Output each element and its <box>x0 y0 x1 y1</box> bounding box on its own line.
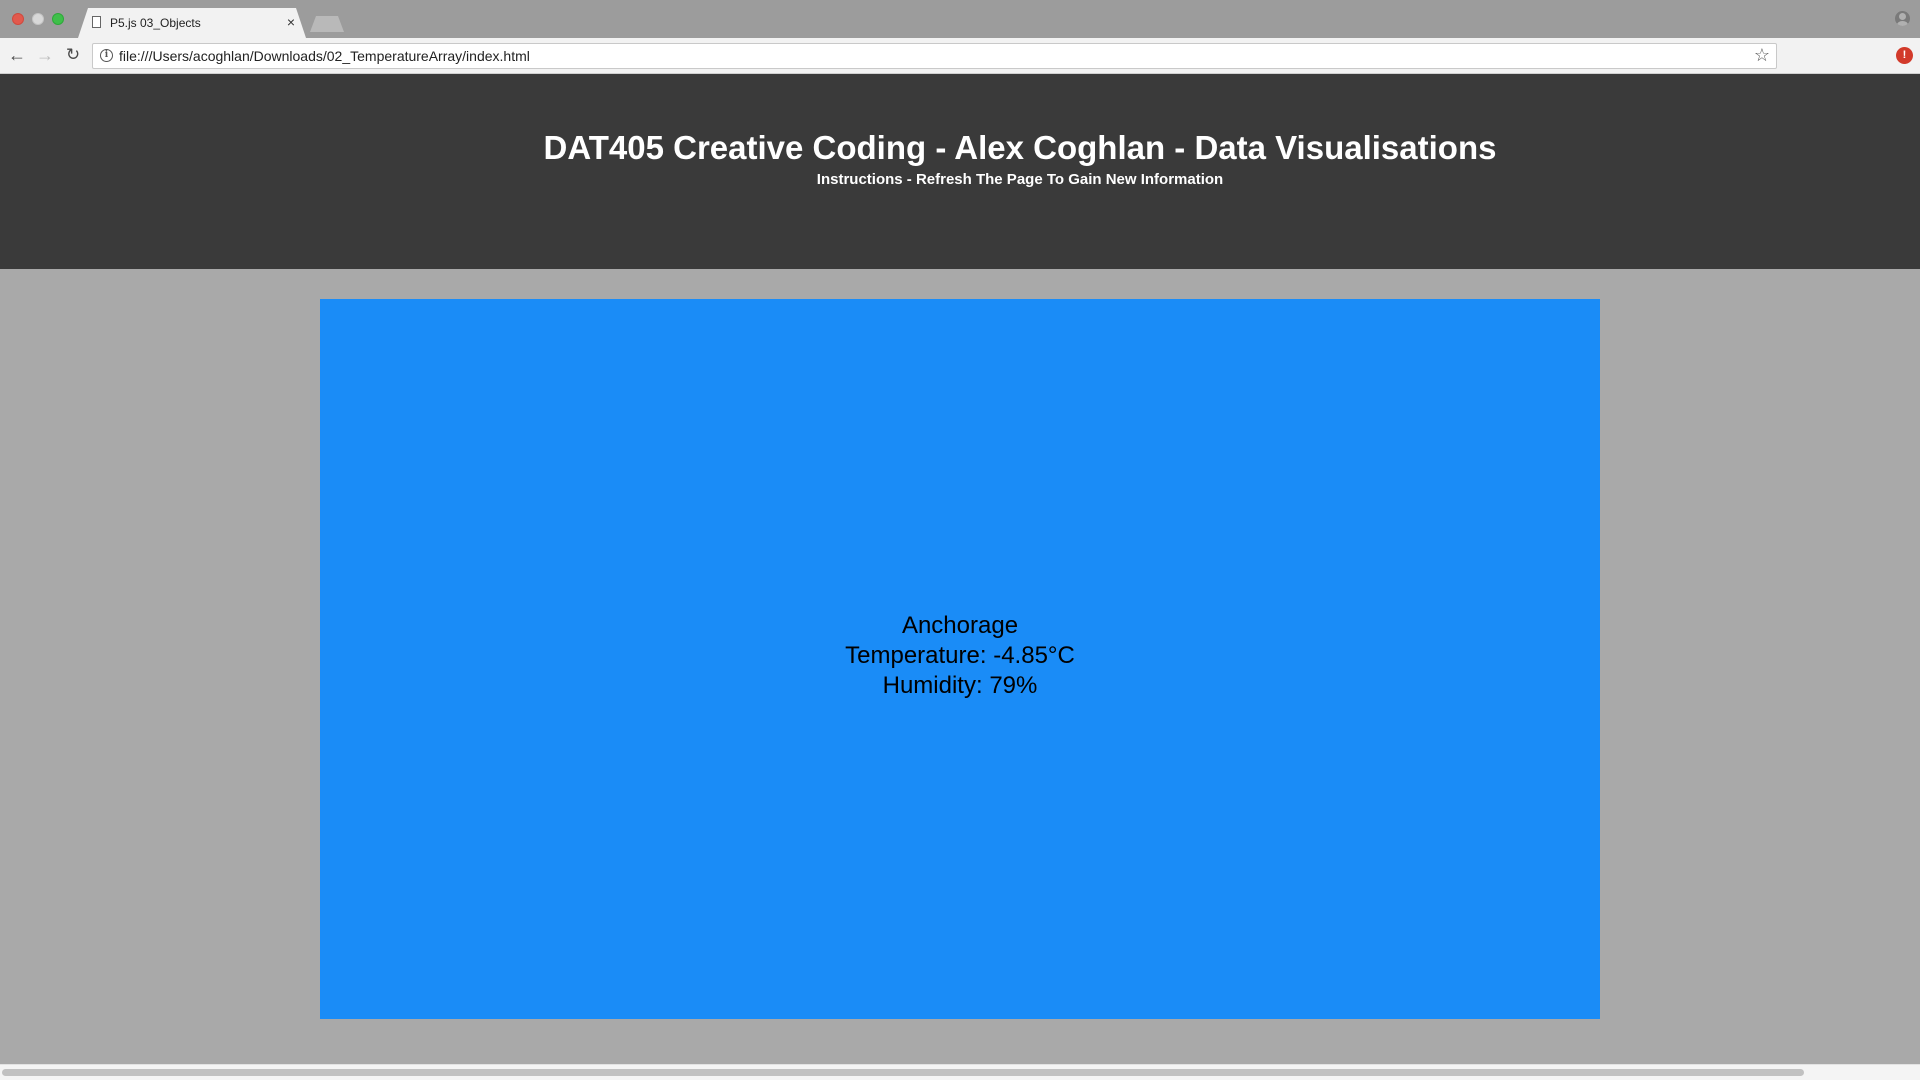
document-icon <box>92 16 101 28</box>
page-viewport: DAT405 Creative Coding - Alex Coghlan - … <box>0 74 1920 1064</box>
extension-icon[interactable]: ! <box>1896 47 1913 64</box>
temperature-text: Temperature: -4.85°C <box>845 642 1075 669</box>
page-header: DAT405 Creative Coding - Alex Coghlan - … <box>0 74 1920 269</box>
url-text[interactable]: file:///Users/acoghlan/Downloads/02_Temp… <box>119 48 530 64</box>
close-window-button[interactable] <box>12 13 24 25</box>
profile-icon[interactable] <box>1895 11 1910 26</box>
new-tab-button[interactable] <box>310 16 344 32</box>
maximize-window-button[interactable] <box>52 13 64 25</box>
humidity-text: Humidity: 79% <box>882 672 1038 699</box>
horizontal-scrollbar[interactable] <box>0 1064 1920 1080</box>
browser-toolbar: ← → ↻ i file:///Users/acoghlan/Downloads… <box>0 38 1920 74</box>
page-title: DAT405 Creative Coding - Alex Coghlan - … <box>543 129 1497 166</box>
minimize-window-button[interactable] <box>32 13 44 25</box>
info-icon[interactable]: i <box>100 49 113 62</box>
reload-icon[interactable]: ↻ <box>61 44 85 68</box>
scrollbar-thumb[interactable] <box>2 1069 1804 1076</box>
city-name: Anchorage <box>901 612 1019 639</box>
bookmark-star-icon[interactable]: ☆ <box>1754 45 1770 66</box>
tab-strip: P5.js 03_Objects × <box>0 0 1920 38</box>
browser-window: P5.js 03_Objects × ← → ↻ i file:///Users… <box>0 0 1920 1080</box>
visualisation-canvas: Anchorage Temperature: -4.85°C Humidity:… <box>320 299 1600 1019</box>
address-bar[interactable]: i file:///Users/acoghlan/Downloads/02_Te… <box>92 43 1777 69</box>
tab-close-icon[interactable]: × <box>283 14 299 30</box>
tab-title: P5.js 03_Objects <box>110 16 201 30</box>
tab-active[interactable]: P5.js 03_Objects × <box>78 8 306 38</box>
back-arrow-icon[interactable]: ← <box>5 44 29 68</box>
page-subtitle: Instructions - Refresh The Page To Gain … <box>816 171 1224 188</box>
city-weather-info: Anchorage Temperature: -4.85°C Humidity:… <box>320 299 1600 1019</box>
forward-arrow-icon[interactable]: → <box>33 44 57 68</box>
